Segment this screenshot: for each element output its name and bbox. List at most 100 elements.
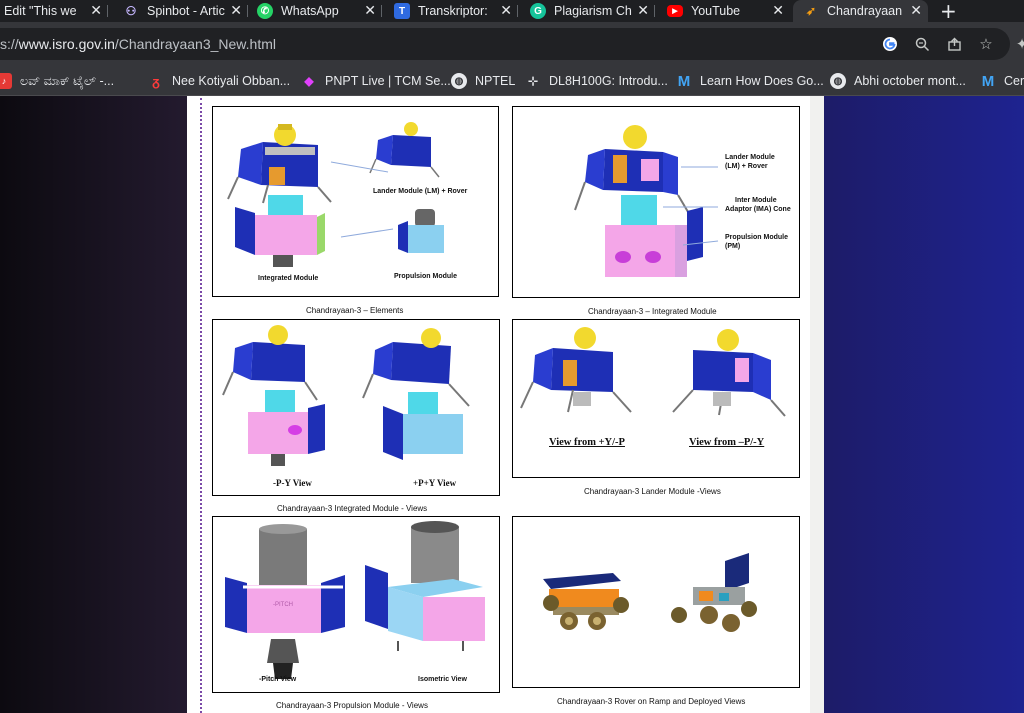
figure-rover bbox=[512, 516, 800, 688]
share-icon[interactable] bbox=[944, 34, 964, 54]
label-ima-cone: Adaptor (IMA) Cone bbox=[725, 206, 791, 213]
bookmark-item[interactable]: ◍ Abhi october mont... bbox=[830, 72, 966, 90]
figure-integrated-module: Lander Module (LM) + Rover Inter Module … bbox=[512, 106, 800, 298]
tab-plagiarism[interactable]: G Plagiarism Ch ✕ bbox=[518, 0, 655, 22]
youtube-icon: ▶ bbox=[667, 5, 683, 17]
close-icon[interactable]: ✕ bbox=[90, 3, 102, 19]
drone-icon: ⊹ bbox=[527, 74, 539, 88]
integrated-base-graphic bbox=[235, 195, 325, 267]
tab-strip: E Edit "This wee ✕ ⚇ Spinbot - Artic ✕ ✆… bbox=[0, 0, 1024, 23]
close-icon[interactable]: ✕ bbox=[772, 3, 784, 19]
figure-elements: Lander Module (LM) + Rover Integrated Mo… bbox=[212, 106, 499, 297]
tab-title: WhatsApp bbox=[281, 4, 339, 18]
browser-toolbar: s://www.isro.gov.in/Chandrayaan3_New.htm… bbox=[0, 22, 1024, 65]
label-propulsion-module: Propulsion Module bbox=[725, 234, 788, 241]
lander-view-left-graphic bbox=[520, 327, 632, 413]
lander-views-illustration bbox=[520, 327, 786, 417]
caption-integrated-views: Chandrayaan-3 Integrated Module - Views bbox=[277, 504, 428, 513]
url-path: /Chandrayaan3_New.html bbox=[114, 36, 276, 52]
close-icon[interactable]: ✕ bbox=[637, 3, 649, 19]
bookmark-label: PNPT Live | TCM Se... bbox=[325, 74, 451, 88]
tab-title: YouTube bbox=[691, 4, 741, 18]
bookmark-label: Nee Kotiyali Obban... bbox=[172, 74, 291, 88]
medium-icon: M bbox=[981, 72, 995, 90]
label-isometric-view: Isometric View bbox=[418, 676, 467, 683]
bookmark-item[interactable]: ⊹ DL8H100G: Introdu... bbox=[525, 72, 668, 90]
bookmark-item[interactable]: M Learn How Does Go... bbox=[676, 72, 824, 90]
close-icon[interactable]: ✕ bbox=[910, 3, 922, 19]
label-lander-module: Lander Module bbox=[725, 154, 775, 161]
close-icon[interactable]: ✕ bbox=[364, 3, 376, 19]
label-lander-module: Lander Module (LM) + Rover bbox=[373, 188, 468, 195]
view-left-graphic bbox=[222, 325, 325, 466]
tab-divider bbox=[107, 5, 108, 17]
elements-illustration bbox=[227, 122, 444, 267]
propulsion-views-illustration bbox=[225, 521, 485, 679]
google-lens-icon[interactable] bbox=[880, 34, 900, 54]
label-propulsion-module: Propulsion Module bbox=[394, 273, 457, 280]
lander-view-right-graphic bbox=[672, 329, 786, 417]
tcm-icon: ◆ bbox=[304, 74, 314, 88]
label-integrated-module: Integrated Module bbox=[258, 275, 319, 282]
extensions-icon[interactable]: ✦ bbox=[1012, 34, 1024, 54]
rover-deployed-graphic bbox=[671, 553, 757, 632]
bookmark-item[interactable]: ◍ NPTEL bbox=[451, 72, 515, 90]
figure-integrated-views: -P-Y View +P+Y View bbox=[212, 319, 500, 496]
transkriptor-icon: T bbox=[394, 3, 410, 19]
bookmarks-bar: ♪ ಲವ್ ಮಾಕ್ ಟೈಲ್ -... ᵹ Nee Kotiyali Obba… bbox=[0, 65, 1024, 96]
tab-title: Chandrayaan bbox=[827, 4, 903, 18]
tab-title: Edit "This wee bbox=[4, 4, 76, 18]
spinbot-icon: ⚇ bbox=[125, 4, 137, 18]
url-host: www.isro.gov.in bbox=[18, 36, 115, 52]
caption-integrated-module: Chandrayaan-3 – Integrated Module bbox=[588, 307, 717, 316]
isro-icon: ➶ bbox=[805, 4, 817, 18]
label-lander-rover: (LM) + Rover bbox=[725, 163, 768, 170]
caption-elements: Chandrayaan-3 – Elements bbox=[306, 306, 404, 315]
bookmark-label: ಲವ್ ಮಾಕ್ ಟೈಲ್ -... bbox=[20, 73, 115, 88]
lander-module-graphic bbox=[227, 124, 332, 204]
bookmark-label: Abhi october mont... bbox=[854, 74, 966, 88]
caption-rover: Chandrayaan-3 Rover on Ramp and Deployed… bbox=[557, 697, 746, 706]
bookmark-item[interactable]: ♪ ಲವ್ ಮಾಕ್ ಟೈಲ್ -... bbox=[0, 72, 114, 90]
saavn-icon: ᵹ bbox=[152, 73, 160, 89]
tab-title: Spinbot - Artic bbox=[147, 4, 225, 18]
tab-whatsapp[interactable]: ✆ WhatsApp ✕ bbox=[248, 0, 382, 22]
label-view-from-plus-y: View from +Y/-P bbox=[549, 437, 625, 448]
tab-title: Plagiarism Ch bbox=[554, 4, 632, 18]
tab-title: Transkriptor: bbox=[418, 4, 488, 18]
close-icon[interactable]: ✕ bbox=[500, 3, 512, 19]
close-icon[interactable]: ✕ bbox=[230, 3, 242, 19]
whatsapp-icon: ✆ bbox=[257, 3, 273, 19]
label-plus-p-y-view: +P+Y View bbox=[413, 478, 457, 488]
integrated-views-illustration bbox=[222, 325, 470, 466]
propulsion-graphic bbox=[398, 209, 444, 253]
page-viewport: Lander Module (LM) + Rover Integrated Mo… bbox=[0, 96, 1024, 713]
isometric-view-graphic bbox=[365, 521, 485, 651]
dotted-divider bbox=[200, 98, 202, 713]
rover-illustration bbox=[543, 553, 757, 632]
tab-spinbot[interactable]: ⚇ Spinbot - Artic ✕ bbox=[114, 0, 248, 22]
bookmark-label: Learn How Does Go... bbox=[700, 74, 824, 88]
tab-chandrayaan[interactable]: ➶ Chandrayaan ✕ bbox=[793, 0, 928, 22]
new-tab-button[interactable]: + bbox=[940, 0, 957, 23]
label-pm: (PM) bbox=[725, 243, 741, 250]
figure-lander-views: View from +Y/-P View from –P/-Y bbox=[512, 319, 800, 478]
bookmark-item[interactable]: ᵹ Nee Kotiyali Obban... bbox=[148, 72, 290, 90]
bookmark-label: Cert bbox=[1004, 74, 1024, 88]
bookmark-star-icon[interactable]: ☆ bbox=[976, 34, 996, 54]
bookmark-item[interactable]: ◆ PNPT Live | TCM Se... bbox=[301, 72, 451, 90]
tab-transkriptor[interactable]: T Transkriptor: ✕ bbox=[382, 0, 518, 22]
bookmark-item[interactable]: M Cert bbox=[980, 72, 1024, 90]
caption-lander-views: Chandrayaan-3 Lander Module -Views bbox=[584, 487, 721, 496]
url-text[interactable]: s://www.isro.gov.in/Chandrayaan3_New.htm… bbox=[0, 36, 276, 52]
music-icon: ♪ bbox=[0, 73, 12, 89]
zoom-icon[interactable] bbox=[912, 34, 932, 54]
tab-edit[interactable]: E Edit "This wee ✕ bbox=[0, 0, 108, 22]
tab-youtube[interactable]: ▶ YouTube ✕ bbox=[655, 0, 790, 22]
label-view-from-minus-p: View from –P/-Y bbox=[689, 437, 765, 448]
label-minus-p-y-view: -P-Y View bbox=[273, 478, 312, 488]
view-right-graphic bbox=[362, 328, 470, 460]
small-lander-graphic bbox=[369, 122, 440, 178]
content-border bbox=[810, 96, 824, 713]
globe-icon: ◍ bbox=[451, 73, 467, 89]
